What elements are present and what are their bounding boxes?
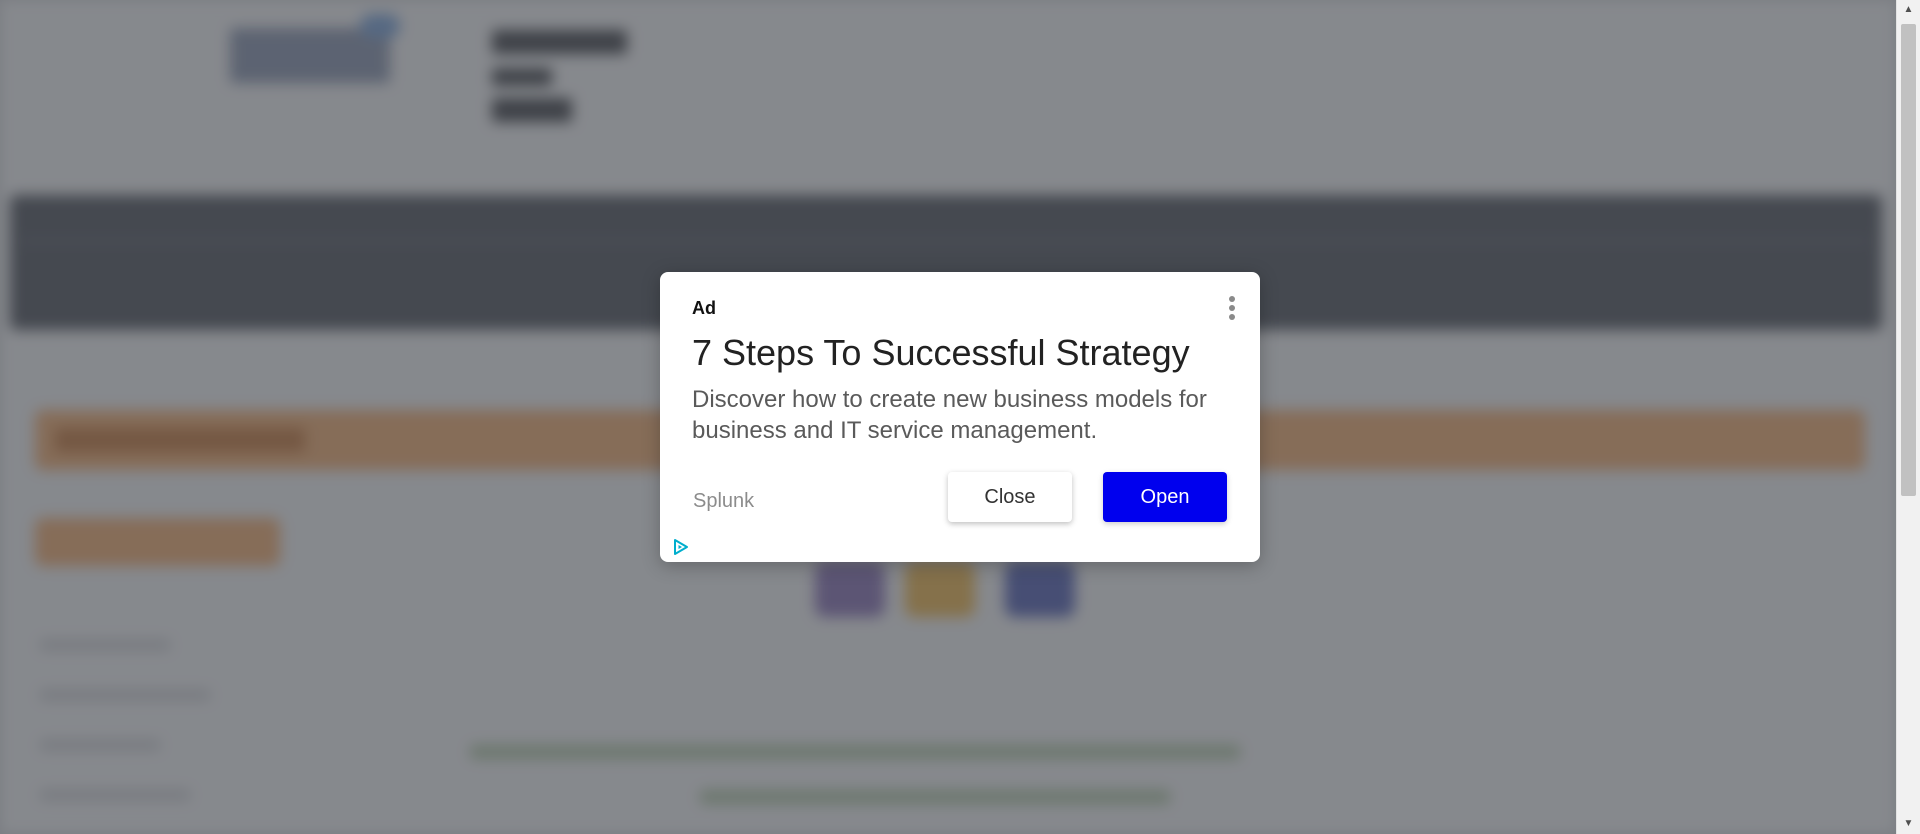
close-button[interactable]: Close <box>948 472 1072 522</box>
scroll-up-arrow-icon[interactable]: ▲ <box>1897 0 1920 20</box>
scroll-down-arrow-icon[interactable]: ▼ <box>1897 814 1920 834</box>
adchoices-icon[interactable] <box>672 538 690 556</box>
ad-body-text: Discover how to create new business mode… <box>692 386 1207 444</box>
open-button[interactable]: Open <box>1103 472 1227 522</box>
scroll-thumb[interactable] <box>1901 24 1916 496</box>
page-scrollbar[interactable]: ▲ ▼ <box>1896 0 1920 834</box>
ad-label: Ad <box>692 298 716 318</box>
more-vert-icon[interactable] <box>1226 294 1238 324</box>
ad-dialog: Ad 7 Steps To Successful Strategy Discov… <box>660 272 1260 562</box>
ad-headline[interactable]: 7 Steps To Successful Strategy <box>692 332 1190 374</box>
ad-advertiser: Splunk <box>693 490 755 512</box>
